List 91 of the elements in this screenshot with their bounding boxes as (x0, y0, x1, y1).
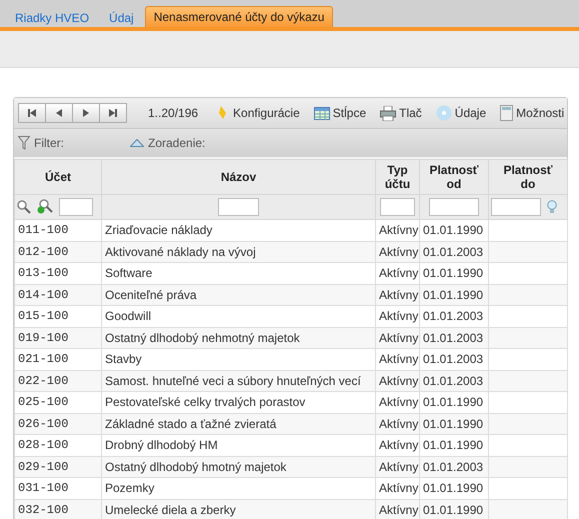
disc-icon (436, 105, 452, 121)
table-cell: Aktívny (376, 392, 420, 413)
table-cell: 025-100 (14, 392, 102, 413)
toolbar-button[interactable]: Konfigurácie (216, 105, 300, 121)
table-cell: 01.01.1990 (420, 499, 488, 519)
table-cell: Aktívny (376, 284, 420, 306)
table-cell: 01.01.2003 (420, 348, 488, 370)
table-cell: Aktívny (376, 327, 420, 348)
table-cell: 013-100 (14, 262, 102, 284)
table-cell: 032-100 (14, 499, 102, 519)
table-cell: 012-100 (14, 241, 102, 262)
table-cell: Aktívny (376, 262, 420, 284)
table-cell: Aktívny (376, 348, 420, 370)
table-cell: Zriaďovacie náklady (102, 220, 376, 241)
table-cell: 011-100 (14, 220, 102, 241)
filter-input[interactable] (380, 198, 415, 216)
table-cell: 026-100 (14, 413, 102, 434)
table-cell: Oceniteľné práva (102, 284, 376, 306)
table-cell: 01.01.1990 (420, 478, 488, 499)
search-icon[interactable] (17, 200, 31, 214)
table-cell: 01.01.1990 (420, 392, 488, 413)
next-page-button[interactable] (72, 103, 100, 123)
table-cell: Pestovateľské celky trvalých porastov (102, 392, 376, 413)
table-cell: Umelecké diela a zberky (102, 499, 376, 519)
printer-icon (380, 106, 396, 120)
table-cell: 022-100 (14, 370, 102, 392)
sort-label: Zoradenie: (148, 136, 206, 150)
column-header[interactable]: Platnosť do (488, 160, 568, 194)
column-header[interactable]: Platnosť od (420, 160, 488, 194)
table-cell: Ostatný dlhodobý nehmotný majetok (102, 327, 376, 348)
table-cell: 01.01.1990 (420, 262, 488, 284)
table-cell: Aktívny (376, 220, 420, 241)
table-cell: 01.01.2003 (420, 327, 488, 348)
toolbar-button[interactable]: Možnosti (500, 105, 564, 121)
table-cell: Goodwill (102, 306, 376, 327)
table-cell: Aktívny (376, 478, 420, 499)
zoom-add-icon[interactable] (37, 198, 53, 214)
right-triangle-icon (81, 108, 91, 118)
table-cell: Aktívny (376, 413, 420, 434)
column-header[interactable]: Názov (102, 160, 376, 194)
toolbar-button[interactable]: Stĺpce (314, 106, 366, 120)
skip-forward-icon (108, 108, 118, 118)
column-header[interactable]: Typ účtu (376, 160, 420, 194)
table-cell: 029-100 (14, 456, 102, 478)
first-page-button[interactable] (18, 103, 46, 123)
table-cell: Ostatný dlhodobý hmotný majetok (102, 456, 376, 478)
table-cell: 015-100 (14, 306, 102, 327)
table-cell: Software (102, 262, 376, 284)
skip-back-icon (27, 108, 37, 118)
filter-input[interactable] (218, 198, 259, 216)
previous-page-button[interactable] (45, 103, 73, 123)
tab[interactable]: Nenasmerované účty do výkazu (144, 6, 334, 27)
table-cell: 019-100 (14, 327, 102, 348)
table-cell: Aktivované náklady na vývoj (102, 241, 376, 262)
table-cell: 01.01.1990 (420, 220, 488, 241)
table-cell: Pozemky (102, 478, 376, 499)
table-cell: 01.01.1990 (420, 434, 488, 456)
table-cell: 031-100 (14, 478, 102, 499)
toolbar-button[interactable]: Údaje (436, 105, 486, 121)
table-cell: 01.01.2003 (420, 370, 488, 392)
table-cell: 01.01.2003 (420, 456, 488, 478)
page-range: 1..20/196 (148, 106, 198, 120)
left-triangle-icon (54, 108, 64, 118)
triangle-icon (130, 139, 144, 147)
table-cell: 014-100 (14, 284, 102, 306)
columns-icon (314, 106, 330, 120)
filter-input[interactable] (491, 198, 541, 216)
table-cell: Samost. hnuteľné veci a súbory hnuteľných vecí (102, 370, 376, 392)
table-cell: Základné stado a ťažné zvieratá (102, 413, 376, 434)
table-cell: 01.01.1990 (420, 413, 488, 434)
table-cell: Aktívny (376, 306, 420, 327)
last-page-button[interactable] (99, 103, 127, 123)
table-cell: 028-100 (14, 434, 102, 456)
table-cell: 01.01.1990 (420, 284, 488, 306)
table-cell: Aktívny (376, 434, 420, 456)
document-icon (500, 105, 514, 121)
column-header[interactable]: Účet (14, 160, 102, 194)
table-cell: Aktívny (376, 370, 420, 392)
table-cell: 021-100 (14, 348, 102, 370)
filter-input[interactable] (59, 198, 93, 216)
filter-label: Filter: (34, 136, 64, 150)
table-cell: Aktívny (376, 499, 420, 519)
table-cell: 01.01.2003 (420, 241, 488, 262)
toolbar-button[interactable]: Tlač (380, 106, 422, 120)
table-cell: 01.01.2003 (420, 306, 488, 327)
table-cell: Aktívny (376, 456, 420, 478)
table-cell: Aktívny (376, 241, 420, 262)
table-cell: Drobný dlhodobý HM (102, 434, 376, 456)
funnel-icon (18, 136, 30, 150)
table-cell: Stavby (102, 348, 376, 370)
filter-input[interactable] (429, 198, 479, 216)
